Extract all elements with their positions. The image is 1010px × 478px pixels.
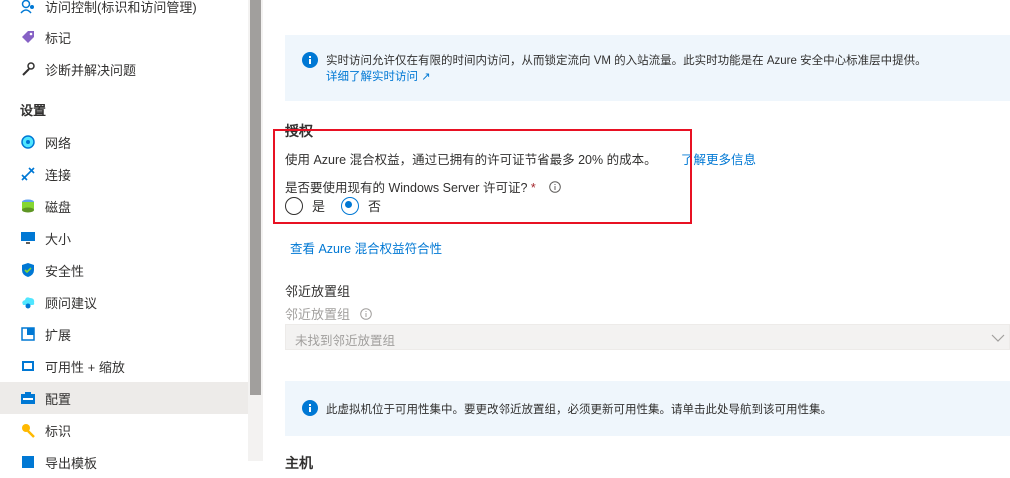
sidebar-item-label: 磁盘 xyxy=(45,199,72,215)
disk-icon xyxy=(20,198,36,214)
license-learn-more-link[interactable]: 了解更多信息 xyxy=(681,149,756,168)
ppg-label: 邻近放置组 xyxy=(285,304,372,323)
settings-section-title: 设置 xyxy=(20,103,47,118)
info-circle-icon[interactable] xyxy=(359,308,372,320)
sidebar-item-label: 顾问建议 xyxy=(45,295,98,311)
chevron-down-icon xyxy=(991,334,1005,342)
availability-info-text: 此虚拟机位于可用性集中。要更改邻近放置组，必须更新可用性集。请单击此处导航到该可… xyxy=(326,404,832,416)
ppg-label-text: 邻近放置组 xyxy=(285,307,351,322)
sidebar-item-label: 可用性 + 缩放 xyxy=(45,359,125,375)
sidebar-item-export-template[interactable]: 导出模板 xyxy=(0,446,248,478)
availability-info-box: 此虚拟机位于可用性集中。要更改邻近放置组，必须更新可用性集。请单击此处导航到该可… xyxy=(285,381,1010,436)
sidebar-item-availability[interactable]: 可用性 + 缩放 xyxy=(0,350,248,382)
sidebar-item-security[interactable]: 安全性 xyxy=(0,254,248,286)
export-template-icon xyxy=(20,454,36,470)
sidebar-item-label: 诊断并解决问题 xyxy=(45,62,137,78)
ppg-select-value: 未找到邻近放置组 xyxy=(295,334,396,348)
jit-info-box: 实时访问允许仅在有限的时间内访问，从而锁定流向 VM 的入站流量。此实时功能是在… xyxy=(285,35,1010,101)
availability-icon xyxy=(20,358,36,374)
tag-icon xyxy=(20,29,36,45)
sidebar-item-access-control[interactable]: 访问控制(标识和访问管理) xyxy=(0,0,248,22)
hybrid-benefit-compliance-link[interactable]: 查看 Azure 混合权益符合性 xyxy=(290,238,442,257)
sidebar-item-size[interactable]: 大小 xyxy=(0,222,248,254)
sidebar-item-label: 网络 xyxy=(45,135,72,151)
sidebar-item-identity[interactable]: 标识 xyxy=(0,414,248,446)
advisor-icon xyxy=(20,294,36,310)
ppg-heading: 邻近放置组 xyxy=(285,284,351,299)
info-icon xyxy=(302,52,318,68)
configuration-icon xyxy=(20,390,36,406)
sidebar-item-label: 访问控制(标识和访问管理) xyxy=(45,0,197,15)
sidebar-item-disks[interactable]: 磁盘 xyxy=(0,190,248,222)
sidebar-item-label: 配置 xyxy=(45,391,72,407)
jit-learn-more-link[interactable]: 详细了解实时访问 xyxy=(326,71,418,83)
access-control-icon xyxy=(20,0,36,14)
info-icon xyxy=(302,400,318,416)
sidebar-item-label: 扩展 xyxy=(45,327,72,343)
jit-info-text: 实时访问允许仅在有限的时间内访问，从而锁定流向 VM 的入站流量。此实时功能是在… xyxy=(326,55,927,67)
wrench-icon xyxy=(20,61,36,77)
sidebar-item-advisor[interactable]: 顾问建议 xyxy=(0,286,248,318)
sidebar-item-label: 连接 xyxy=(45,167,72,183)
sidebar-item-diagnose[interactable]: 诊断并解决问题 xyxy=(0,53,248,85)
sidebar-item-configuration[interactable]: 配置 xyxy=(0,382,248,414)
sidebar-item-tags[interactable]: 标记 xyxy=(0,21,248,53)
external-link-icon: ↗ xyxy=(421,71,431,83)
network-icon xyxy=(20,134,36,150)
identity-icon xyxy=(20,422,36,438)
sidebar-item-connect[interactable]: 连接 xyxy=(0,158,248,190)
sidebar-item-label: 安全性 xyxy=(45,263,85,279)
connect-icon xyxy=(20,166,36,182)
highlight-box xyxy=(273,129,692,224)
sidebar-item-label: 标识 xyxy=(45,423,72,439)
sidebar-item-network[interactable]: 网络 xyxy=(0,126,248,158)
sidebar-scroll-thumb[interactable] xyxy=(250,0,261,395)
sidebar-item-label: 导出模板 xyxy=(45,455,98,471)
ppg-select[interactable]: 未找到邻近放置组 xyxy=(285,324,1010,350)
shield-icon xyxy=(20,262,36,278)
host-heading: 主机 xyxy=(285,455,313,471)
size-icon xyxy=(20,230,36,246)
sidebar-item-label: 标记 xyxy=(45,30,72,46)
sidebar-item-label: 大小 xyxy=(45,231,72,247)
sidebar: 访问控制(标识和访问管理) 标记 诊断并解决问题 设置 网络 连接 磁盘 大小 … xyxy=(0,0,248,471)
sidebar-item-extensions[interactable]: 扩展 xyxy=(0,318,248,350)
extensions-icon xyxy=(20,326,36,342)
